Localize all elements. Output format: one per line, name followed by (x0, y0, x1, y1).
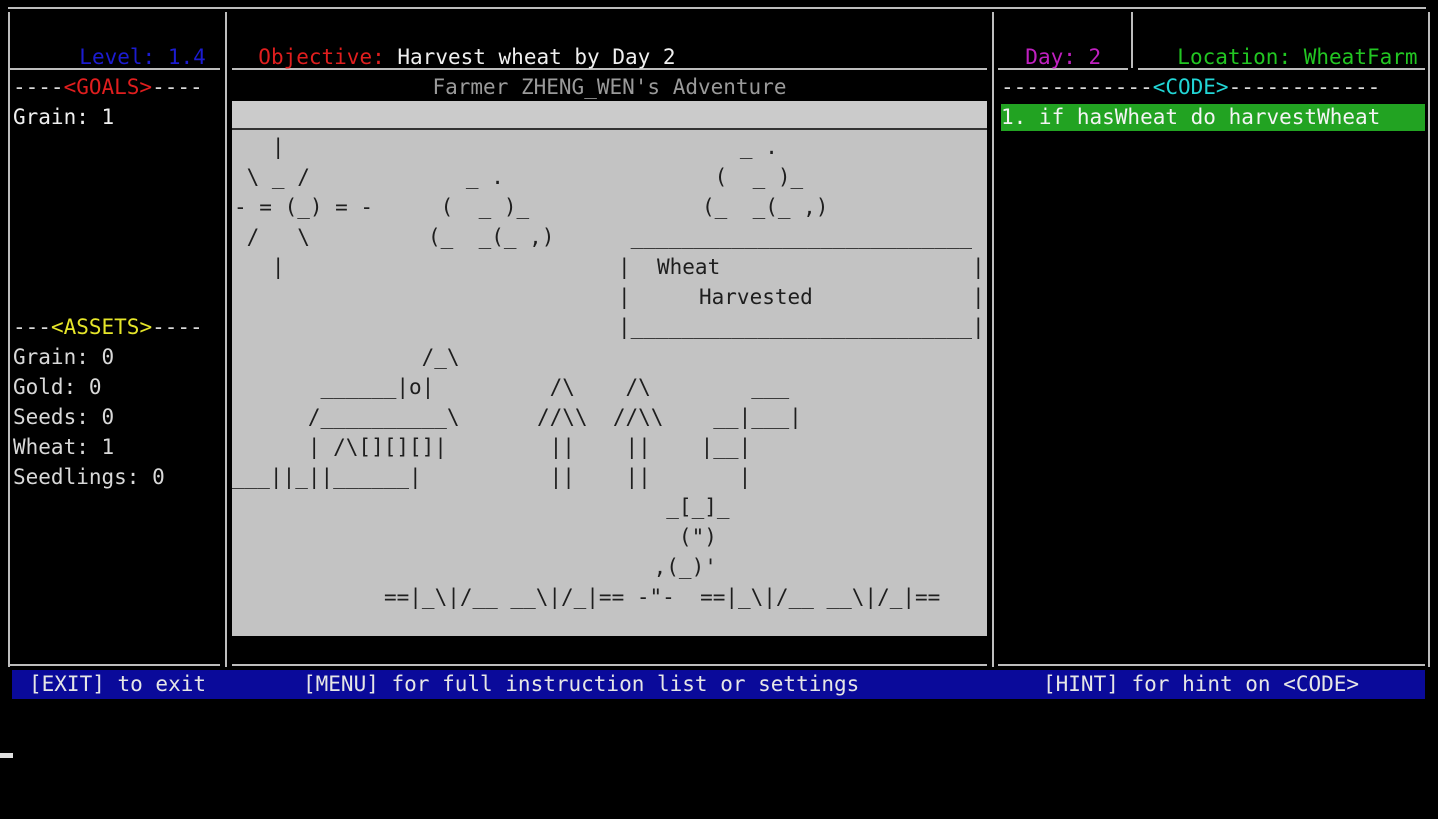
game-scene: | \ _ / - = (_) = - / \ | _ . ( _ )_ (_ … (232, 101, 987, 636)
asset-item-seeds: Seeds: 0 (13, 405, 115, 429)
panel-bottom-border (232, 664, 987, 666)
frame-left-border (8, 12, 10, 667)
sun-art: | \ _ / - = (_) = - / \ | (234, 135, 374, 279)
day-label: Day: (1025, 45, 1076, 69)
barn-art: /_\ ______|o| /__________\ | /\[][][]| _… (232, 345, 460, 489)
well-art: ___ __|___| |__| | (700, 375, 802, 489)
assets-heading: ---<ASSETS>---- (13, 312, 203, 342)
level-value: 1.4 (167, 45, 206, 69)
frame-divider-day (1131, 12, 1133, 68)
code-heading-dashes: ------------ (1228, 75, 1381, 99)
code-heading-label: <CODE> (1152, 75, 1229, 99)
game-title: Farmer ZHENG_WEN's Adventure (432, 75, 787, 99)
assets-heading-label: <ASSETS> (50, 315, 153, 339)
cloud-art: _ . ( _ )_ (_ _(_ ,) (428, 165, 555, 249)
text-cursor (0, 753, 13, 758)
day-value: 2 (1088, 45, 1102, 69)
frame-right-border (1428, 12, 1430, 667)
command-bar: [EXIT] to exit [MENU] for full instructi… (12, 670, 1425, 699)
panel-bottom-border (10, 664, 220, 666)
goals-heading: ----<GOALS>---- (13, 72, 203, 102)
sign-text-line1: Wheat (657, 255, 721, 279)
exit-hint[interactable]: [EXIT] to exit (29, 670, 206, 699)
goals-heading-label: <GOALS> (63, 75, 153, 99)
cloud-art: _ . ( _ )_ (_ _(_ ,) (702, 135, 829, 219)
objective-indicator: Objective: Harvest wheat by Day 2 (233, 12, 675, 69)
sign-text-line2: Harvested (699, 285, 813, 309)
code-heading-dashes: ------------ (1001, 75, 1153, 99)
location-value: WheatFarm (1303, 45, 1418, 69)
scene-top-bar (232, 101, 987, 130)
assets-heading-dashes: ---- (152, 315, 203, 339)
asset-item-grain: Grain: 0 (13, 345, 115, 369)
trees-art: /\ /\ //\\ //\\ || || || || (537, 375, 664, 489)
frame-divider-right (992, 12, 994, 667)
farmer-art: _[_]_ (") ,(_)' (653, 495, 730, 579)
frame-divider-left (225, 12, 227, 667)
asset-item-seedlings: Seedlings: 0 (13, 465, 165, 489)
goals-heading-dashes: ---- (152, 75, 203, 99)
goals-heading-dashes: ---- (13, 75, 64, 99)
location-label: Location: (1177, 45, 1292, 69)
code-line-1[interactable]: 1. if hasWheat do harvestWheat (1001, 104, 1425, 131)
code-heading: ------------<CODE>------------ (1001, 72, 1380, 102)
asset-item-wheat: Wheat: 1 (13, 435, 115, 459)
level-label: Level: (79, 45, 156, 69)
panel-bottom-border (998, 664, 1425, 666)
goal-item: Grain: 1 (13, 105, 115, 129)
objective-text: Harvest wheat by Day 2 (397, 45, 676, 69)
hint-hint[interactable]: [HINT] for hint on <CODE> (1043, 670, 1359, 699)
level-indicator: Level: 1.4 (54, 12, 205, 69)
assets-heading-dashes: --- (13, 315, 51, 339)
location-indicator: Location: WheatFarm (1152, 12, 1417, 69)
ground-art: ==|_\|/__ __\|/_|== -"- ==|_\|/__ __\|/_… (384, 585, 941, 609)
objective-label: Objective: (258, 45, 385, 69)
frame-top-border (8, 7, 1426, 9)
day-indicator: Day: 2 (1000, 12, 1101, 69)
menu-hint[interactable]: [MENU] for full instruction list or sett… (303, 670, 859, 699)
asset-item-gold: Gold: 0 (13, 375, 102, 399)
